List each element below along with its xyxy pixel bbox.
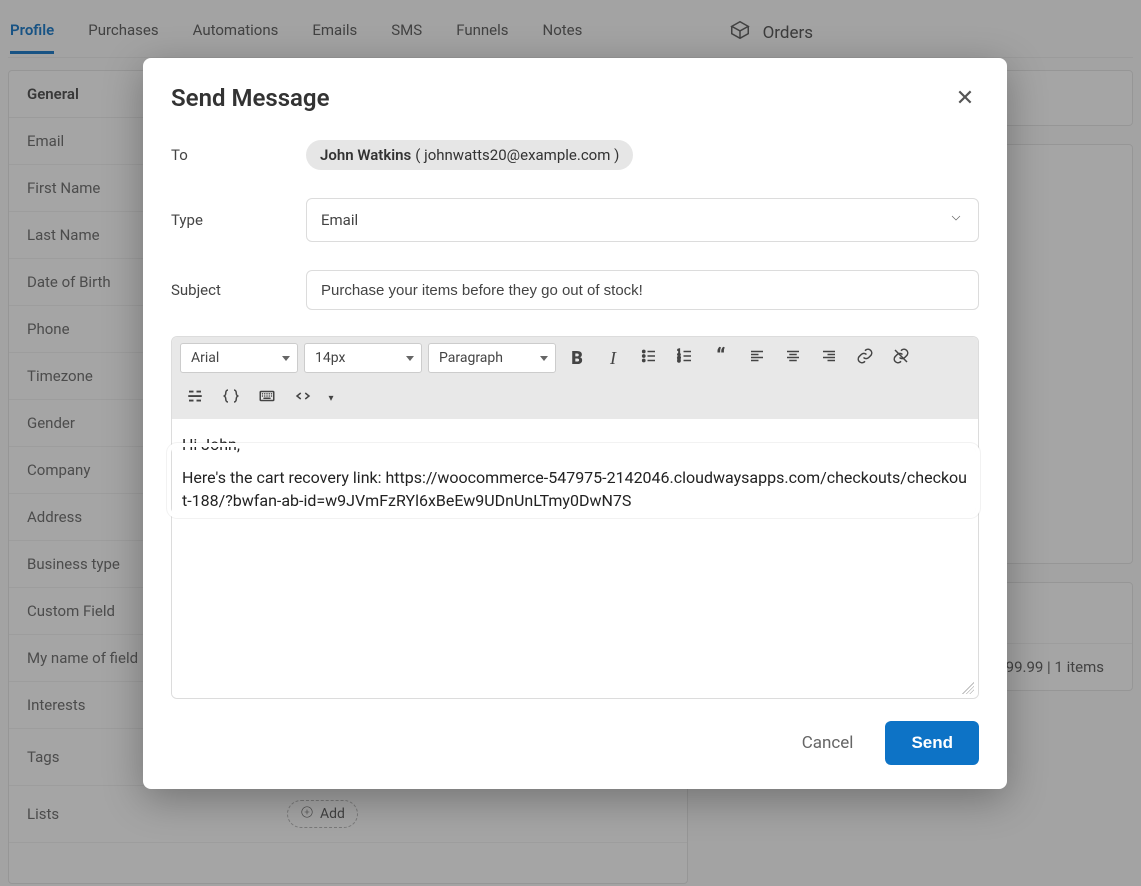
- close-button[interactable]: ✕: [951, 84, 979, 112]
- type-select[interactable]: Email: [306, 198, 979, 242]
- align-left-button[interactable]: [742, 343, 772, 373]
- cancel-button[interactable]: Cancel: [788, 723, 868, 763]
- insert-hr-button[interactable]: [180, 383, 210, 413]
- editor-toolbar: Arial 14px Paragraph B I 123 “ ▾: [172, 337, 978, 419]
- italic-button[interactable]: I: [598, 343, 628, 373]
- align-left-icon: [748, 347, 766, 369]
- align-right-button[interactable]: [814, 343, 844, 373]
- svg-text:3: 3: [678, 358, 681, 364]
- unlink-icon: [892, 347, 910, 369]
- ordered-list-icon: 123: [676, 347, 694, 369]
- caret-down-icon: ▾: [328, 393, 333, 404]
- font-size-select[interactable]: 14px: [304, 343, 422, 373]
- align-center-icon: [784, 347, 802, 369]
- quote-button[interactable]: “: [706, 343, 736, 373]
- bold-button[interactable]: B: [562, 343, 592, 373]
- block-format-value: Paragraph: [439, 350, 503, 366]
- unlink-button[interactable]: [886, 343, 916, 373]
- editor-body[interactable]: Hi John, Here's the cart recovery link: …: [172, 419, 978, 698]
- subject-label: Subject: [171, 281, 306, 299]
- chevron-down-icon: [948, 210, 964, 230]
- keyboard-button[interactable]: [252, 383, 282, 413]
- align-center-button[interactable]: [778, 343, 808, 373]
- editor-line-greeting: Hi John,: [182, 433, 968, 456]
- type-label: Type: [171, 211, 306, 229]
- font-family-value: Arial: [191, 350, 219, 366]
- font-size-value: 14px: [315, 350, 345, 366]
- more-toolbar-button[interactable]: ▾: [324, 383, 338, 413]
- keyboard-icon: [258, 387, 276, 409]
- link-button[interactable]: [850, 343, 880, 373]
- font-family-select[interactable]: Arial: [180, 343, 298, 373]
- hr-icon: [186, 387, 204, 409]
- quote-icon: “: [716, 352, 725, 364]
- merge-tags-icon: [222, 387, 240, 409]
- merge-tags-button[interactable]: [216, 383, 246, 413]
- code-view-button[interactable]: [288, 383, 318, 413]
- block-format-select[interactable]: Paragraph: [428, 343, 556, 373]
- send-button[interactable]: Send: [885, 721, 979, 765]
- bullet-list-icon: [640, 347, 658, 369]
- recipient-email: ( johnwatts20@example.com ): [415, 146, 619, 164]
- italic-icon: I: [610, 348, 616, 369]
- send-message-modal: Send Message ✕ To John Watkins ( johnwat…: [143, 58, 1007, 789]
- rich-text-editor: Arial 14px Paragraph B I 123 “ ▾: [171, 336, 979, 699]
- link-icon: [856, 347, 874, 369]
- subject-input[interactable]: [306, 270, 979, 310]
- bullet-list-button[interactable]: [634, 343, 664, 373]
- modal-title: Send Message: [171, 84, 330, 112]
- recipient-name: John Watkins: [320, 146, 411, 164]
- code-icon: [294, 387, 312, 409]
- recipient-chip[interactable]: John Watkins ( johnwatts20@example.com ): [306, 140, 633, 170]
- editor-line-link: Here's the cart recovery link: https://w…: [182, 464, 968, 514]
- type-value: Email: [321, 211, 358, 229]
- resize-grip[interactable]: [962, 682, 974, 694]
- align-right-icon: [820, 347, 838, 369]
- bold-icon: B: [571, 348, 583, 369]
- close-icon: ✕: [956, 86, 974, 111]
- to-label: To: [171, 146, 306, 164]
- ordered-list-button[interactable]: 123: [670, 343, 700, 373]
